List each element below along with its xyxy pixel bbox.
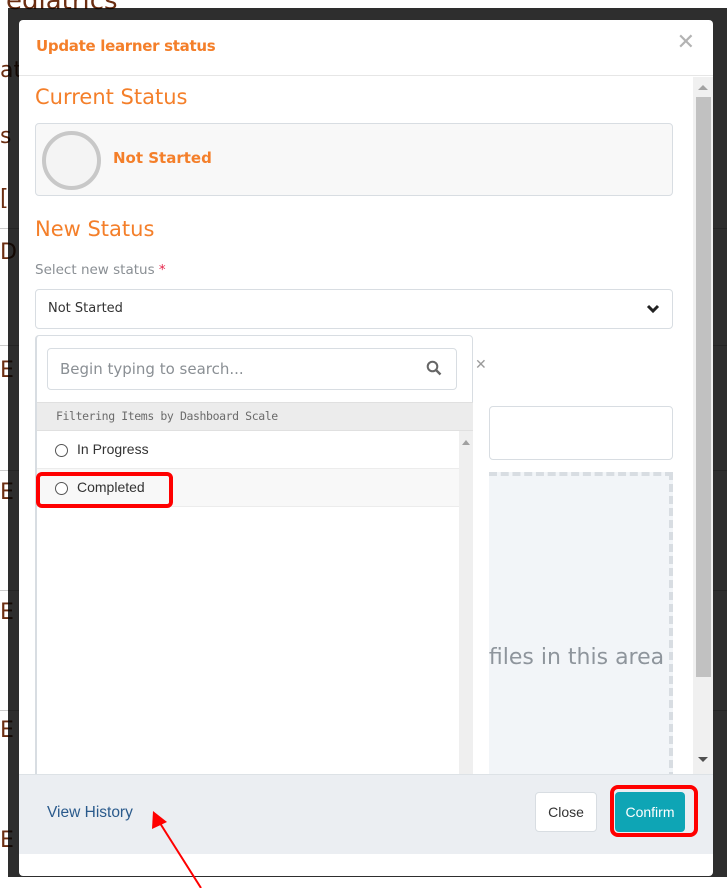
update-status-modal: Update learner status ✕ Current Status N…: [19, 20, 713, 876]
scroll-up-arrow-icon[interactable]: [698, 85, 708, 90]
scroll-up-arrow-icon[interactable]: [462, 440, 470, 445]
dropdown-options-list: In Progress Completed: [37, 431, 473, 774]
file-dropzone[interactable]: [489, 472, 673, 774]
dropdown-clear-icon[interactable]: ✕: [475, 357, 487, 373]
dropzone-text: Drop files in this area to: [489, 645, 669, 670]
modal-header: Update learner status ✕: [19, 20, 713, 76]
dropdown-search-box: [47, 348, 457, 390]
dropdown-option-in-progress[interactable]: In Progress: [37, 431, 459, 469]
select-status-label: Select new status *: [35, 262, 166, 278]
close-button[interactable]: Close: [535, 792, 597, 832]
modal-footer: View History Close Confirm: [19, 774, 713, 854]
confirm-button[interactable]: Confirm: [615, 792, 685, 832]
comment-input[interactable]: [489, 406, 673, 460]
page-margin: [0, 877, 727, 888]
current-status-value: Not Started: [113, 149, 212, 167]
scrollbar-thumb[interactable]: [696, 97, 711, 677]
status-dropdown-panel: ✕ Filtering Items by Dashboard Scale In …: [35, 335, 487, 774]
current-status-card: Not Started: [35, 123, 673, 196]
search-icon[interactable]: [426, 360, 442, 376]
status-select[interactable]: Not Started: [35, 289, 673, 329]
view-history-link[interactable]: View History: [47, 804, 133, 822]
current-status-heading: Current Status: [35, 85, 188, 109]
dropdown-group-header: Filtering Items by Dashboard Scale: [37, 402, 473, 431]
select-status-label-text: Select new status: [35, 262, 155, 278]
modal-title: Update learner status: [36, 37, 216, 55]
modal-scrollbar[interactable]: [693, 77, 713, 774]
dropdown-option-completed[interactable]: Completed: [37, 469, 459, 507]
dropdown-search-input[interactable]: [49, 350, 419, 388]
modal-body: Current Status Not Started New Status Se…: [19, 77, 713, 774]
empty-circle-icon: [42, 131, 101, 190]
option-label: In Progress: [77, 441, 149, 457]
required-marker: *: [158, 262, 166, 278]
radio-button[interactable]: [55, 482, 68, 495]
status-select-value: Not Started: [48, 301, 123, 316]
close-x-icon[interactable]: ✕: [677, 30, 695, 55]
dropzone-text-label: Drop files in this area to: [489, 645, 669, 670]
option-label: Completed: [77, 479, 145, 495]
dropdown-group-label: Filtering Items by Dashboard Scale: [56, 409, 278, 423]
dropdown-scrollbar[interactable]: [459, 431, 473, 774]
scroll-down-arrow-icon[interactable]: [698, 757, 708, 762]
chevron-down-icon: [646, 304, 660, 314]
radio-button[interactable]: [55, 444, 68, 457]
new-status-heading: New Status: [35, 217, 155, 241]
